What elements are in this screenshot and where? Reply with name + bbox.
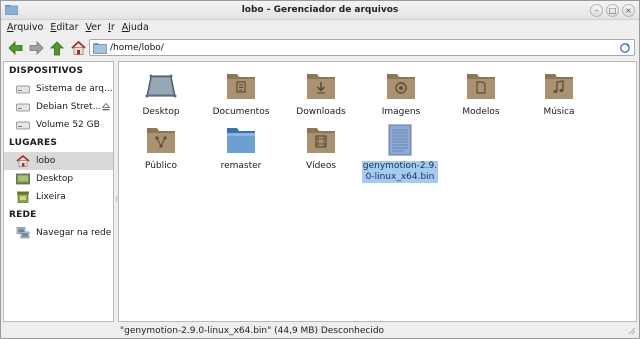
drive-icon <box>16 103 30 112</box>
network-heading: REDE <box>9 210 37 220</box>
network-icon <box>16 227 30 239</box>
videos-folder-icon <box>307 128 335 153</box>
sidebar-item-label: Desktop <box>36 174 74 184</box>
up-button[interactable] <box>48 39 66 57</box>
maximize-button[interactable]: □ <box>606 4 619 17</box>
sidebar-item-desktop[interactable]: Desktop <box>4 170 113 188</box>
sidebar-item-sistema[interactable]: Sistema de arq... <box>4 80 113 98</box>
menu-ver[interactable]: Ver <box>85 20 106 36</box>
folder-icon <box>93 42 107 54</box>
arrow-left-icon <box>7 41 22 55</box>
desktop-folder-icon <box>145 74 177 98</box>
sidebar-item-label: Debian Stret... <box>36 102 102 112</box>
location-input[interactable] <box>110 42 619 53</box>
file-item-publico[interactable]: Público <box>121 124 201 172</box>
file-name: Música <box>543 107 575 117</box>
sidebar-item-label: Sistema de arq... <box>36 84 113 94</box>
file-item-videos[interactable]: Vídeos <box>281 124 361 172</box>
downloads-folder-icon <box>307 74 335 99</box>
toolbar <box>1 37 639 59</box>
file-item-remaster[interactable]: remaster <box>201 124 281 172</box>
sidebar-item-debian[interactable]: Debian Stret... <box>4 98 113 116</box>
file-name: Downloads <box>296 107 346 117</box>
places-heading: LUGARES <box>9 138 58 148</box>
status-text: "genymotion-2.9.0-linux_x64.bin" (44,9 M… <box>120 326 385 336</box>
drive-icon <box>16 85 30 94</box>
menu-bar: Arquivo Editar Ver Ir Ajuda <box>1 20 639 36</box>
file-item-downloads[interactable]: Downloads <box>281 70 361 118</box>
sidebar-item-label: lobo <box>36 156 56 166</box>
file-item-imagens[interactable]: Imagens <box>361 70 441 118</box>
arrow-right-icon <box>29 41 44 55</box>
window-title: lobo - Gerenciador de arquivos <box>241 5 399 15</box>
desktop-icon <box>16 173 30 185</box>
file-name: Documentos <box>212 107 270 117</box>
menu-ajuda[interactable]: Ajuda <box>121 20 153 36</box>
location-bar[interactable] <box>89 39 635 56</box>
devices-heading: DISPOSITIVOS <box>9 66 84 76</box>
menu-ir[interactable]: Ir <box>107 20 119 36</box>
sidebar-item-lobo[interactable]: lobo <box>4 152 113 170</box>
file-item-desktop[interactable]: Desktop <box>121 70 201 118</box>
music-folder-icon <box>545 74 573 99</box>
file-item-modelos[interactable]: Modelos <box>441 70 521 118</box>
forward-button[interactable] <box>27 39 45 57</box>
file-item-documentos[interactable]: Documentos <box>201 70 281 118</box>
folder-icon <box>227 128 255 153</box>
home-icon <box>16 155 30 167</box>
file-name: Imagens <box>381 107 421 117</box>
sidebar-item-network[interactable]: Navegar na rede <box>4 224 113 242</box>
reload-icon[interactable] <box>619 42 631 54</box>
templates-folder-icon <box>467 74 495 99</box>
home-icon <box>70 41 86 55</box>
documents-folder-icon <box>227 74 255 99</box>
close-button[interactable]: × <box>622 4 635 17</box>
pictures-folder-icon <box>387 74 415 99</box>
binary-file-icon <box>388 124 412 156</box>
file-name: remaster <box>220 161 262 171</box>
file-item-musica[interactable]: Música <box>519 70 599 118</box>
resize-grip-icon[interactable] <box>627 326 636 335</box>
sidebar-item-volume[interactable]: Volume 52 GB <box>4 116 113 134</box>
sidebar-item-label: Volume 52 GB <box>36 120 100 130</box>
minimize-button[interactable]: – <box>590 4 603 17</box>
public-folder-icon <box>147 128 175 153</box>
arrow-up-icon <box>50 40 64 55</box>
back-button[interactable] <box>6 39 24 57</box>
file-name: genymotion-2.9. 0-linux_x64.bin <box>361 161 439 183</box>
file-name: Modelos <box>462 107 500 117</box>
file-name: Público <box>144 161 178 171</box>
eject-icon[interactable] <box>102 103 110 111</box>
file-manager-window: lobo - Gerenciador de arquivos – □ × Arq… <box>0 0 640 339</box>
status-bar: "genymotion-2.9.0-linux_x64.bin" (44,9 M… <box>118 324 637 338</box>
menu-arquivo[interactable]: Arquivo <box>6 20 47 36</box>
title-bar[interactable]: lobo - Gerenciador de arquivos – □ × <box>1 1 639 20</box>
file-name: Vídeos <box>305 161 337 171</box>
sidebar-item-label: Lixeira <box>36 192 66 202</box>
drive-icon <box>16 121 30 130</box>
menu-editar[interactable]: Editar <box>49 20 82 36</box>
sidebar-item-label: Navegar na rede <box>36 228 112 238</box>
home-button[interactable] <box>69 39 87 57</box>
side-pane: DISPOSITIVOS Sistema de arq... Debian St… <box>3 61 114 322</box>
file-name: Desktop <box>142 107 180 117</box>
folder-view[interactable]: Desktop Documentos Downloads Imagens Mod… <box>118 61 637 322</box>
sidebar-item-lixeira[interactable]: Lixeira <box>4 188 113 206</box>
trash-icon <box>17 191 29 203</box>
file-item-genymotion[interactable]: genymotion-2.9. 0-linux_x64.bin <box>359 124 441 183</box>
